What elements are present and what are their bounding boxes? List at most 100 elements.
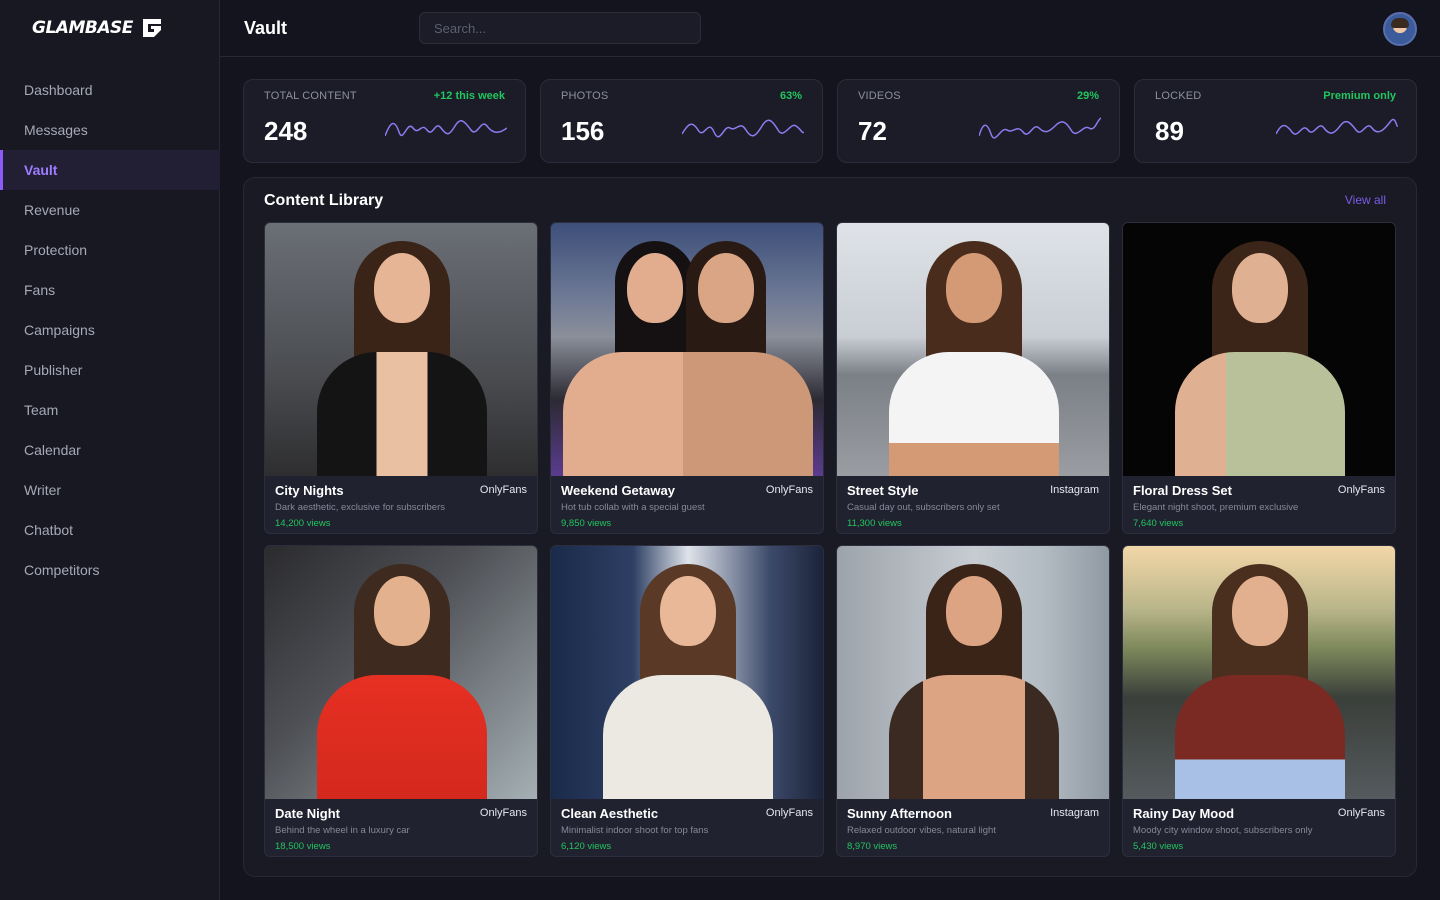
stat-delta: Premium only (1323, 90, 1396, 102)
content-thumbnail[interactable] (1123, 223, 1395, 476)
content-title: Weekend Getaway (561, 483, 675, 498)
sidebar-item-label: Publisher (24, 362, 83, 378)
sidebar-item-label: Revenue (24, 202, 81, 218)
content-platform: Instagram (1050, 484, 1099, 496)
sidebar-item-label: Team (24, 402, 59, 418)
content-description: Minimalist indoor shoot for top fans (561, 825, 709, 836)
stat-card-locked: LOCKED Premium only 89 (1134, 79, 1417, 163)
stat-value: 248 (264, 116, 308, 146)
content-thumbnail[interactable] (265, 546, 537, 799)
sidebar-item-vault[interactable]: Vault (0, 150, 220, 190)
sidebar-item-dashboard[interactable]: Dashboard (0, 70, 220, 110)
sidebar-item-chatbot[interactable]: Chatbot (0, 510, 220, 550)
sparkline-icon (682, 119, 804, 138)
content-card[interactable]: Clean Aesthetic OnlyFans Minimalist indo… (550, 545, 824, 857)
content-description: Casual day out, subscribers only set (847, 502, 1000, 513)
search-input[interactable] (419, 12, 701, 44)
content-views: 5,430 views (1133, 841, 1184, 852)
content-thumbnail[interactable] (551, 546, 823, 799)
sidebar-item-competitors[interactable]: Competitors (0, 550, 220, 590)
library-title: Content Library (264, 192, 384, 209)
stat-delta: +12 this week (433, 90, 505, 102)
content-description: Relaxed outdoor vibes, natural light (847, 825, 996, 836)
content-card[interactable]: Floral Dress Set OnlyFans Elegant night … (1122, 222, 1396, 534)
sidebar-item-label: Dashboard (24, 82, 93, 98)
content-thumbnail[interactable] (1123, 546, 1395, 799)
sparkline-icon (1276, 118, 1398, 135)
content-platform: Instagram (1050, 807, 1099, 819)
content-thumbnail[interactable] (837, 223, 1109, 476)
sidebar-item-writer[interactable]: Writer (0, 470, 220, 510)
sidebar-item-label: Vault (24, 162, 58, 178)
stat-card-videos: VIDEOS 29% 72 (837, 79, 1120, 163)
sidebar-item-label: Fans (24, 282, 56, 298)
stat-label: PHOTOS (561, 90, 609, 102)
sidebar-item-messages[interactable]: Messages (0, 110, 220, 150)
content-thumbnail[interactable] (551, 223, 823, 476)
content-card[interactable]: Sunny Afternoon Instagram Relaxed outdoo… (836, 545, 1110, 857)
sidebar-item-label: Messages (24, 122, 88, 138)
brand-name: GLAMBASE (32, 18, 133, 38)
app: GLAMBASE Dashboard Messages Vault Revenu… (0, 0, 1440, 900)
content-platform: OnlyFans (1337, 484, 1385, 496)
content-card[interactable]: City Nights OnlyFans Dark aesthetic, exc… (264, 222, 538, 534)
avatar[interactable] (1383, 12, 1417, 46)
content-title: Date Night (275, 806, 340, 821)
sidebar-item-protection[interactable]: Protection (0, 230, 220, 270)
content-thumbnail[interactable] (265, 223, 537, 476)
sidebar: GLAMBASE Dashboard Messages Vault Revenu… (0, 0, 220, 900)
brand-logo[interactable]: GLAMBASE (32, 16, 163, 40)
brand-mark-icon (142, 19, 161, 37)
content-views: 14,200 views (275, 518, 331, 529)
content-card[interactable]: Rainy Day Mood OnlyFans Moody city windo… (1122, 545, 1396, 857)
sidebar-item-fans[interactable]: Fans (0, 270, 220, 310)
content-title: Rainy Day Mood (1133, 806, 1235, 821)
content-platform: OnlyFans (479, 807, 527, 819)
sidebar-item-campaigns[interactable]: Campaigns (0, 310, 220, 350)
sidebar-item-label: Writer (24, 482, 62, 498)
stat-label: VIDEOS (858, 90, 901, 102)
content-description: Hot tub collab with a special guest (561, 502, 705, 513)
content-views: 6,120 views (561, 841, 612, 852)
page-title: Vault (244, 18, 288, 38)
sidebar-item-publisher[interactable]: Publisher (0, 350, 220, 390)
topbar: Vault (220, 0, 1440, 57)
sidebar-item-label: Competitors (24, 562, 100, 578)
view-all-link[interactable]: View all (1345, 193, 1386, 207)
content-card[interactable]: Date Night OnlyFans Behind the wheel in … (264, 545, 538, 857)
sparkline-icon (979, 117, 1101, 139)
stat-delta: 29% (1076, 90, 1099, 102)
stat-card-photos: PHOTOS 63% 156 (540, 79, 823, 163)
stat-value: 156 (561, 116, 605, 146)
sidebar-item-label: Campaigns (24, 322, 95, 338)
content-description: Dark aesthetic, exclusive for subscriber… (275, 502, 446, 513)
sidebar-item-label: Chatbot (24, 522, 74, 538)
sidebar-item-revenue[interactable]: Revenue (0, 190, 220, 230)
content-thumbnail[interactable] (837, 546, 1109, 799)
sidebar-item-label: Calendar (24, 442, 81, 458)
content-views: 7,640 views (1133, 518, 1184, 529)
sidebar-item-label: Protection (24, 242, 88, 258)
sidebar-item-team[interactable]: Team (0, 390, 220, 430)
content-views: 8,970 views (847, 841, 898, 852)
content-platform: OnlyFans (479, 484, 527, 496)
content-title: City Nights (275, 483, 344, 498)
sidebar-item-calendar[interactable]: Calendar (0, 430, 220, 470)
content-title: Sunny Afternoon (847, 806, 952, 821)
content-title: Clean Aesthetic (561, 806, 659, 821)
content-card[interactable]: Weekend Getaway OnlyFans Hot tub collab … (550, 222, 824, 534)
sparkline-icon (385, 120, 507, 137)
stat-delta: 63% (779, 90, 802, 102)
stats-row: TOTAL CONTENT +12 this week 248 PHOTOS 6… (243, 79, 1417, 163)
content-views: 18,500 views (275, 841, 331, 852)
stat-card-total-content: TOTAL CONTENT +12 this week 248 (243, 79, 526, 163)
content-platform: OnlyFans (1337, 807, 1385, 819)
stat-label: LOCKED (1155, 90, 1202, 102)
content-views: 9,850 views (561, 518, 612, 529)
sidebar-nav: Dashboard Messages Vault Revenue Protect… (0, 70, 220, 590)
content-card[interactable]: Street Style Instagram Casual day out, s… (836, 222, 1110, 534)
content-description: Moody city window shoot, subscribers onl… (1133, 825, 1313, 836)
stat-label: TOTAL CONTENT (264, 90, 357, 102)
content-views: 11,300 views (847, 518, 902, 529)
content-description: Behind the wheel in a luxury car (275, 825, 410, 836)
